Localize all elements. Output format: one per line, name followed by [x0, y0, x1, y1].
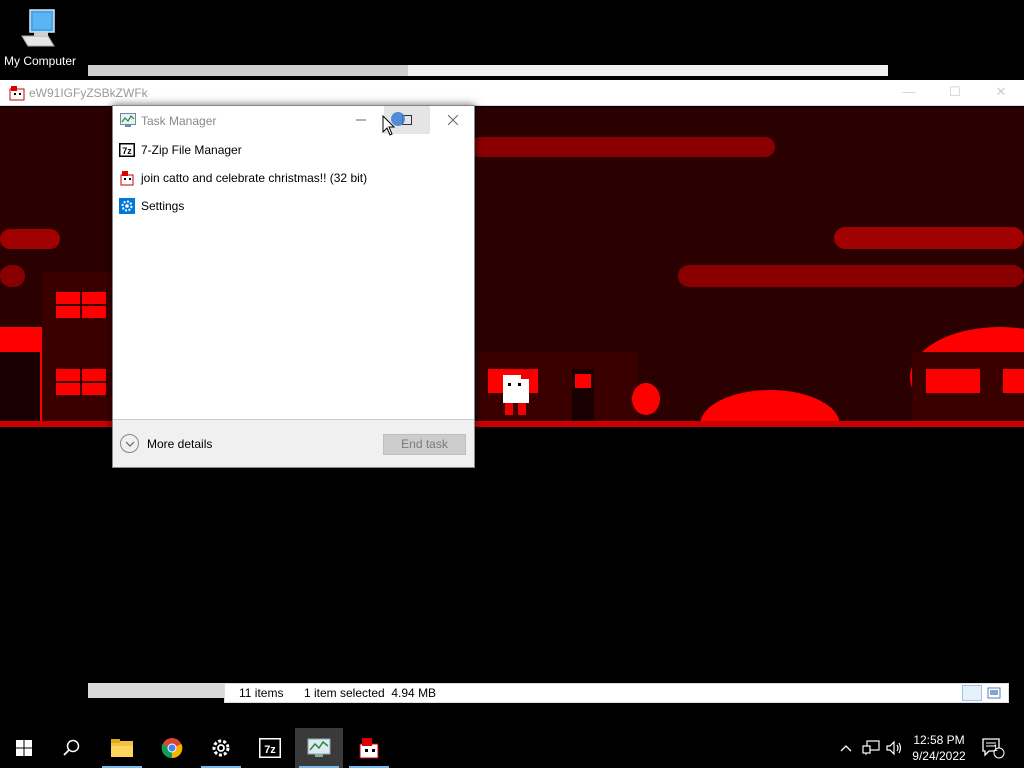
taskbar-chrome[interactable]: [148, 728, 196, 768]
search-icon: [63, 739, 80, 756]
tm-minimize-button[interactable]: [338, 106, 384, 134]
speaker-icon: [886, 740, 902, 756]
taskbar-7zip[interactable]: 7z: [246, 728, 294, 768]
catto-game-icon: [359, 738, 379, 759]
more-details-button[interactable]: More details: [120, 434, 212, 453]
mouse-cursor-icon: [382, 115, 396, 136]
game-window-title: eW91IGFyZSBkZWFk: [29, 86, 148, 100]
background-window-strip: [88, 65, 888, 76]
selection-info: 1 item selected 4.94 MB: [304, 686, 437, 700]
task-manager-title: Task Manager: [141, 114, 217, 128]
action-center-button[interactable]: 1: [978, 728, 1008, 768]
end-task-button[interactable]: End task: [383, 434, 466, 455]
file-explorer-icon: [111, 739, 133, 757]
explorer-scrollbar[interactable]: [88, 683, 224, 698]
task-list-item[interactable]: Settings: [113, 192, 474, 220]
start-icon: [16, 740, 32, 756]
7zip-icon: 7z: [259, 738, 281, 758]
start-button[interactable]: [0, 728, 48, 768]
task-label: 7-Zip File Manager: [141, 143, 242, 157]
my-computer-desktop-icon[interactable]: My Computer: [0, 6, 80, 68]
chevron-up-icon: [840, 745, 852, 752]
large-icons-view-icon[interactable]: [984, 685, 1004, 701]
taskbar-file-explorer[interactable]: [98, 728, 146, 768]
more-details-label: More details: [147, 436, 213, 451]
clock-date: 9/24/2022: [912, 749, 966, 763]
tm-close-button[interactable]: [430, 106, 476, 134]
taskbar-catto-game[interactable]: [345, 728, 393, 768]
game-window-titlebar[interactable]: eW91IGFyZSBkZWFk — ☐ ✕: [0, 80, 1024, 106]
task-manager-icon: [307, 738, 331, 757]
7zip-icon: 7z: [119, 143, 135, 157]
explorer-status-bar: 11 items 1 item selected 4.94 MB: [224, 683, 1009, 703]
svg-text:7z: 7z: [122, 146, 132, 156]
network-icon: [862, 740, 880, 755]
minimize-button[interactable]: —: [886, 80, 932, 106]
chrome-icon: [161, 738, 183, 759]
settings-icon: [212, 739, 230, 757]
task-label: Settings: [141, 199, 185, 213]
task-manager-footer: More details End task: [113, 419, 474, 467]
computer-icon: [21, 9, 55, 47]
task-list: 7z 7-Zip File Manager join catto and cel…: [113, 136, 474, 220]
task-manager-window[interactable]: Task Manager 7z 7-Zip File Manager join …: [112, 105, 475, 468]
search-button[interactable]: [48, 728, 96, 768]
maximize-button[interactable]: ☐: [932, 80, 978, 106]
taskbar-task-manager[interactable]: [295, 728, 343, 768]
notification-count: 1: [993, 743, 999, 753]
task-manager-icon: [120, 113, 136, 127]
close-button[interactable]: ✕: [978, 80, 1024, 106]
details-view-icon[interactable]: [962, 685, 982, 701]
desktop: My Computer eW91IGFyZSBkZWFk — ☐ ✕ 11 it…: [0, 0, 1024, 728]
svg-text:7z: 7z: [264, 744, 276, 756]
catto-game-icon: [9, 86, 25, 101]
network-tray-button[interactable]: [859, 728, 883, 768]
minimize-icon: [356, 119, 366, 121]
catto-game-icon: [120, 171, 134, 186]
my-computer-label: My Computer: [3, 54, 77, 68]
settings-gear-icon: [119, 198, 135, 214]
task-manager-titlebar[interactable]: Task Manager: [113, 106, 474, 134]
task-list-item[interactable]: join catto and celebrate christmas!! (32…: [113, 164, 474, 192]
task-list-item[interactable]: 7z 7-Zip File Manager: [113, 136, 474, 164]
items-count: 11 items: [239, 686, 284, 700]
clock[interactable]: 12:58 PM 9/24/2022: [905, 732, 973, 764]
clock-time: 12:58 PM: [913, 733, 965, 747]
taskbar: 7z 12:58 PM 9/24/2022 1: [0, 728, 1024, 768]
volume-tray-button[interactable]: [884, 728, 906, 768]
show-hidden-icons-button[interactable]: [836, 728, 856, 768]
taskbar-settings[interactable]: [197, 728, 245, 768]
close-icon: [448, 115, 458, 125]
task-label: join catto and celebrate christmas!! (32…: [141, 171, 368, 185]
chevron-down-icon: [120, 434, 139, 453]
